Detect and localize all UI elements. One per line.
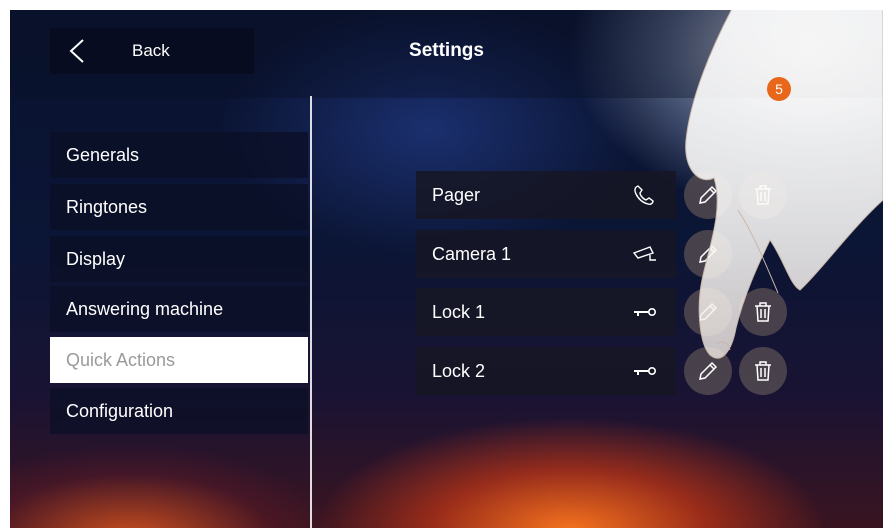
pencil-icon bbox=[699, 244, 718, 263]
sidebar-item-ringtones[interactable]: Ringtones bbox=[50, 184, 308, 230]
trash-icon bbox=[755, 185, 771, 205]
camera-icon bbox=[632, 246, 656, 261]
quick-action-row-lock-2[interactable]: Lock 2 bbox=[416, 347, 676, 395]
key-icon bbox=[634, 367, 656, 376]
quick-action-label: Camera 1 bbox=[432, 244, 512, 264]
intercom-screen: Back Settings Generals Ringtones Display… bbox=[10, 10, 883, 528]
panel-divider bbox=[310, 96, 312, 528]
top-bar: Back Settings bbox=[10, 10, 883, 98]
quick-action-row-pager[interactable]: Pager bbox=[416, 171, 676, 219]
sidebar-item-generals[interactable]: Generals bbox=[50, 132, 308, 178]
edit-button-lock-1[interactable] bbox=[684, 288, 732, 336]
page-title: Settings bbox=[409, 40, 484, 61]
edit-button-pager[interactable] bbox=[684, 171, 732, 219]
quick-action-label: Lock 1 bbox=[432, 302, 486, 322]
quick-action-label: Pager bbox=[432, 185, 481, 205]
pencil-icon bbox=[699, 361, 718, 380]
quick-action-row-camera-1[interactable]: Camera 1 bbox=[416, 230, 676, 278]
edit-button-camera-1[interactable] bbox=[684, 230, 732, 278]
delete-button-lock-2[interactable] bbox=[739, 347, 787, 395]
sidebar-item-answering-machine[interactable]: Answering machine bbox=[50, 286, 308, 332]
phone-icon bbox=[634, 185, 654, 205]
delete-button-pager[interactable] bbox=[739, 171, 787, 219]
sidebar-item-display[interactable]: Display bbox=[50, 236, 308, 282]
quick-action-label: Lock 2 bbox=[432, 361, 486, 381]
trash-icon bbox=[755, 302, 771, 322]
step-badge: 5 bbox=[767, 77, 791, 101]
sidebar-item-quick-actions[interactable]: Quick Actions bbox=[50, 337, 308, 383]
pencil-icon bbox=[699, 302, 718, 321]
key-icon bbox=[634, 308, 656, 317]
delete-button-lock-1[interactable] bbox=[739, 288, 787, 336]
quick-action-row-lock-1[interactable]: Lock 1 bbox=[416, 288, 676, 336]
pencil-icon bbox=[699, 185, 718, 204]
sidebar-item-configuration[interactable]: Configuration bbox=[50, 388, 308, 434]
trash-icon bbox=[755, 361, 771, 381]
edit-button-lock-2[interactable] bbox=[684, 347, 732, 395]
